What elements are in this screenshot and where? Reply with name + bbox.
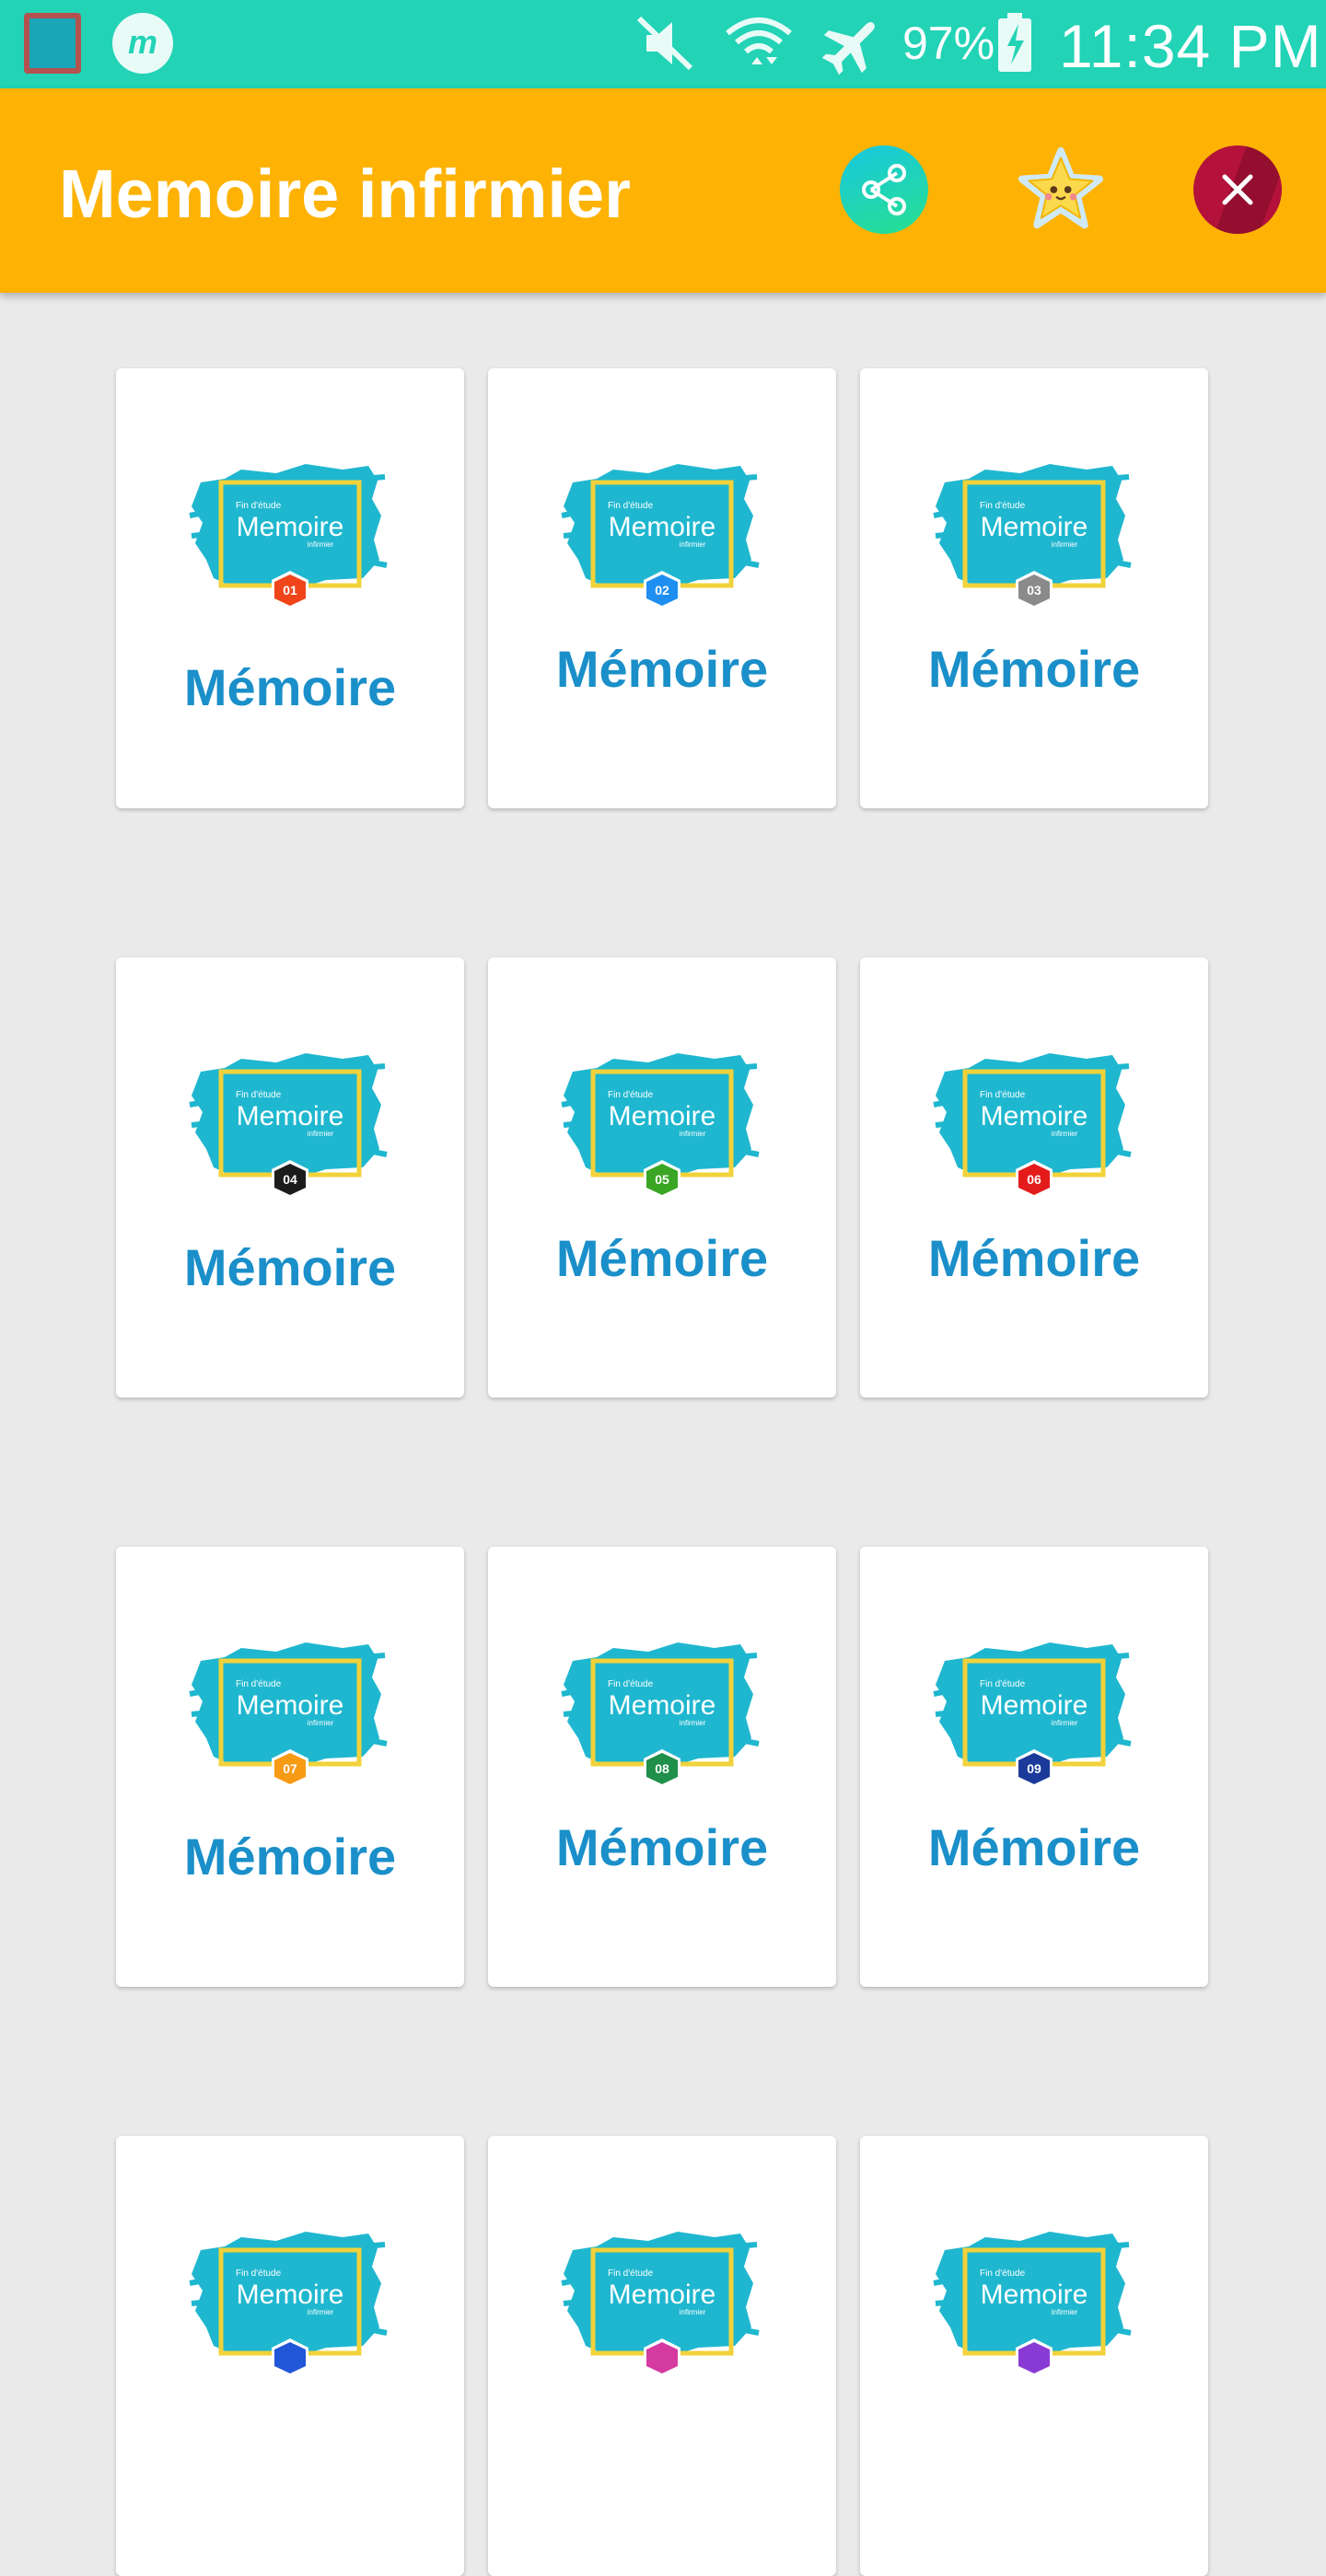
memoire-card[interactable]: Fin d'étude Memoire infirmier 08 Mémoire [488, 1547, 836, 1987]
share-icon [862, 164, 906, 215]
card-label: Mémoire [555, 1818, 769, 1876]
thumb-top-text: Fin d'étude [608, 501, 654, 511]
thumb-main-text: Memoire [981, 1690, 1088, 1721]
memoire-card[interactable]: Fin d'étude Memoire infirmier [488, 2136, 836, 2576]
memoire-card[interactable]: Fin d'étude Memoire infirmier 09 Mémoire [860, 1547, 1208, 1987]
thumb-main-text: Memoire [237, 2280, 344, 2310]
thumb-main-text: Memoire [981, 2280, 1088, 2310]
thumb-top-text: Fin d'étude [608, 1090, 654, 1100]
card-label: Mémoire [183, 1238, 397, 1296]
app-thumbnail-icon [24, 13, 81, 74]
thumb-sub-text: infirmier [1052, 1719, 1078, 1727]
battery-charging-icon [996, 13, 1033, 78]
clock: 11:34 PM [1059, 12, 1322, 80]
close-icon [1222, 174, 1253, 205]
thumb-main-text: Memoire [609, 1101, 716, 1131]
thumb-sub-text: infirmier [308, 1130, 334, 1138]
thumb-top-text: Fin d'étude [980, 2269, 1026, 2279]
star-icon [1018, 146, 1104, 229]
thumb-sub-text: infirmier [308, 540, 334, 549]
thumb-top-text: Fin d'étude [236, 501, 282, 511]
memoire-thumbnail: Fin d'étude Memoire infirmier 05 [560, 1040, 764, 1224]
wifi-icon [724, 13, 794, 82]
card-label: Mémoire [555, 640, 769, 698]
mute-icon [634, 13, 698, 78]
badge-number: 02 [655, 583, 669, 598]
memoire-thumbnail: Fin d'étude Memoire infirmier [188, 2219, 392, 2403]
memoire-thumbnail: Fin d'étude Memoire infirmier 01 [188, 451, 392, 635]
memoire-thumbnail: Fin d'étude Memoire infirmier 09 [932, 1630, 1136, 1814]
thumb-main-text: Memoire [609, 512, 716, 542]
thumb-top-text: Fin d'étude [980, 1090, 1026, 1100]
memoire-card[interactable]: Fin d'étude Memoire infirmier 03 Mémoire [860, 368, 1208, 808]
memoire-thumbnail: Fin d'étude Memoire infirmier [560, 2219, 764, 2403]
memoire-card[interactable]: Fin d'étude Memoire infirmier 05 Mémoire [488, 957, 836, 1398]
battery-percent: 97% [902, 17, 995, 69]
thumb-sub-text: infirmier [680, 1130, 706, 1138]
memoire-grid: Fin d'étude Memoire infirmier 01 Mémoire Fin … [0, 293, 1326, 2576]
thumb-top-text: Fin d'étude [236, 2269, 282, 2279]
app-bar: Memoire infirmier [0, 88, 1326, 293]
thumb-main-text: Memoire [237, 1101, 344, 1131]
thumb-main-text: Memoire [981, 512, 1088, 542]
thumb-main-text: Memoire [981, 1101, 1088, 1131]
memoire-card[interactable]: Fin d'étude Memoire infirmier 06 Mémoire [860, 957, 1208, 1398]
memoire-card[interactable]: Fin d'étude Memoire infirmier 04 Mémoire [116, 957, 464, 1398]
messenger-m-icon: m [112, 13, 173, 74]
status-bar: m 97% 11:34 PM [0, 0, 1326, 88]
thumb-top-text: Fin d'étude [608, 2269, 654, 2279]
memoire-thumbnail: Fin d'étude Memoire infirmier 04 [188, 1040, 392, 1224]
badge-number: 03 [1027, 583, 1041, 598]
thumb-top-text: Fin d'étude [980, 1679, 1026, 1689]
badge-number: 07 [283, 1761, 297, 1776]
close-button[interactable] [1193, 145, 1282, 234]
thumb-sub-text: infirmier [1052, 2308, 1078, 2316]
memoire-card[interactable]: Fin d'étude Memoire infirmier 07 Mémoire [116, 1547, 464, 1987]
badge-number: 08 [655, 1761, 669, 1776]
card-label: Mémoire [183, 658, 397, 716]
thumb-sub-text: infirmier [308, 1719, 334, 1727]
memoire-card[interactable]: Fin d'étude Memoire infirmier [860, 2136, 1208, 2576]
svg-text:m: m [128, 23, 157, 61]
memoire-thumbnail: Fin d'étude Memoire infirmier 03 [932, 451, 1136, 635]
thumb-main-text: Memoire [609, 2280, 716, 2310]
thumb-top-text: Fin d'étude [236, 1679, 282, 1689]
card-label: Mémoire [927, 1818, 1141, 1876]
thumb-main-text: Memoire [237, 512, 344, 542]
thumb-top-text: Fin d'étude [236, 1090, 282, 1100]
thumb-sub-text: infirmier [680, 1719, 706, 1727]
memoire-card[interactable]: Fin d'étude Memoire infirmier 02 Mémoire [488, 368, 836, 808]
card-label: Mémoire [927, 640, 1141, 698]
thumb-sub-text: infirmier [1052, 1130, 1078, 1138]
thumb-sub-text: infirmier [680, 540, 706, 549]
thumb-sub-text: infirmier [1052, 540, 1078, 549]
memoire-thumbnail: Fin d'étude Memoire infirmier 08 [560, 1630, 764, 1814]
badge-number: 09 [1027, 1761, 1041, 1776]
thumb-main-text: Memoire [237, 1690, 344, 1721]
memoire-card[interactable]: Fin d'étude Memoire infirmier [116, 2136, 464, 2576]
memoire-thumbnail: Fin d'étude Memoire infirmier 07 [188, 1630, 392, 1814]
rate-button[interactable] [1017, 145, 1105, 234]
airplane-mode-icon [820, 11, 886, 82]
memoire-thumbnail: Fin d'étude Memoire infirmier 02 [560, 451, 764, 635]
memoire-thumbnail: Fin d'étude Memoire infirmier [932, 2219, 1136, 2403]
thumb-top-text: Fin d'étude [980, 501, 1026, 511]
page-title: Memoire infirmier [59, 156, 631, 232]
thumb-main-text: Memoire [609, 1690, 716, 1721]
thumb-sub-text: infirmier [680, 2308, 706, 2316]
card-label: Mémoire [183, 1828, 397, 1886]
badge-number: 04 [283, 1172, 297, 1187]
badge-number: 06 [1027, 1172, 1041, 1187]
badge-number: 05 [655, 1172, 669, 1187]
share-button[interactable] [840, 145, 928, 234]
card-label: Mémoire [555, 1229, 769, 1287]
memoire-thumbnail: Fin d'étude Memoire infirmier 06 [932, 1040, 1136, 1224]
thumb-sub-text: infirmier [308, 2308, 334, 2316]
badge-number: 01 [283, 583, 297, 598]
memoire-card[interactable]: Fin d'étude Memoire infirmier 01 Mémoire [116, 368, 464, 808]
card-label: Mémoire [927, 1229, 1141, 1287]
thumb-top-text: Fin d'étude [608, 1679, 654, 1689]
